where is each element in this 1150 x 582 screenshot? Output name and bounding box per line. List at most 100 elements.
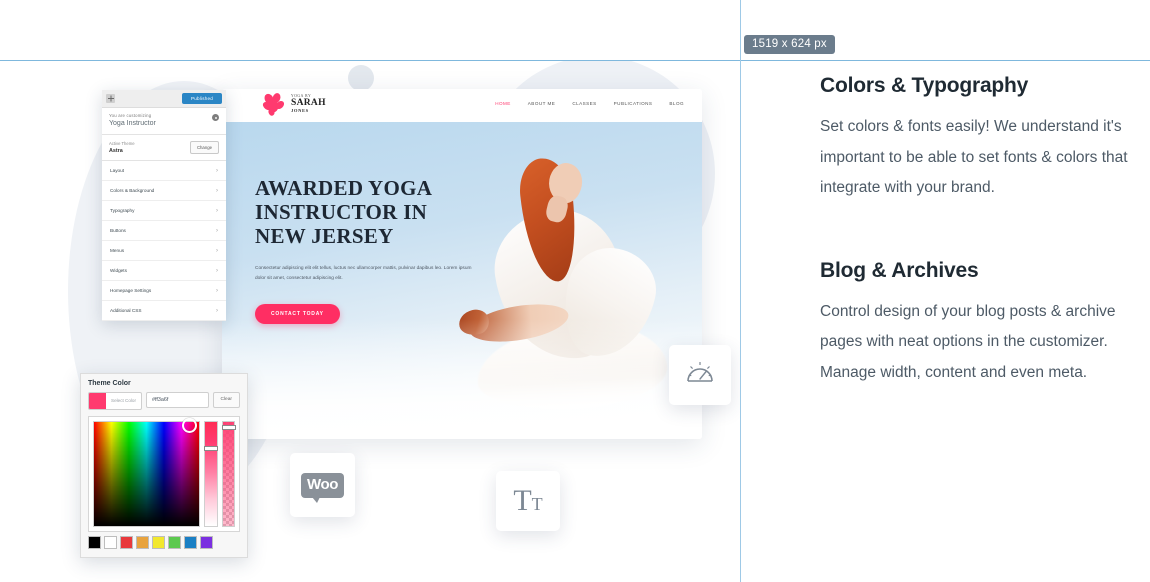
select-color-button[interactable]: Select Color	[88, 392, 143, 410]
vertical-guide-line	[740, 0, 741, 582]
preset-swatch[interactable]	[168, 536, 181, 549]
feature-text-column: Colors & Typography Set colors & fonts e…	[820, 74, 1140, 388]
close-icon[interactable]	[106, 94, 115, 103]
woocommerce-feature-card[interactable]: Woo	[290, 453, 355, 517]
hero-fade-overlay	[222, 319, 702, 439]
chevron-right-icon: ›	[216, 207, 218, 214]
hero-body-text: Consectetur adipiscing elit elit tellus,…	[255, 266, 472, 281]
screenshot-root: YOGA BY SARAH JONES HOME ABOUT ME CLASSE…	[0, 0, 1150, 582]
customizing-site-title: Yoga Instructor	[109, 120, 156, 127]
feature-body: Control design of your blog posts & arch…	[820, 302, 1116, 381]
chevron-right-icon: ›	[216, 287, 218, 294]
color-picker-controls: Select Color #ff3a6f Clear	[88, 392, 240, 410]
preset-swatch[interactable]	[184, 536, 197, 549]
speedometer-icon	[685, 360, 715, 391]
customizer-item-widgets[interactable]: Widgets ›	[102, 261, 226, 281]
active-theme-row: Active Theme Astra Change	[102, 135, 226, 161]
typography-icon: TT	[513, 484, 543, 517]
feature-block-blog-archives: Blog & Archives Control design of your b…	[820, 259, 1140, 389]
chevron-right-icon: ›	[216, 247, 218, 254]
alpha-slider-handle[interactable]	[221, 425, 236, 430]
saturation-handle[interactable]	[182, 418, 198, 433]
size-badge: 1519 x 624 px	[744, 35, 835, 54]
hero-title: AWARDED YOGA INSTRUCTOR IN NEW JERSEY	[255, 176, 432, 248]
nav-item-blog[interactable]: BLOG	[669, 101, 684, 106]
customizer-item-additional-css[interactable]: Additional CSS ›	[102, 301, 226, 321]
hue-slider-handle[interactable]	[204, 446, 219, 451]
hero-title-line-3: NEW JERSEY	[255, 224, 394, 248]
customizer-item-colors-background[interactable]: Colors & Background ›	[102, 181, 226, 201]
customizing-label: You are customizing	[109, 113, 152, 118]
menu-item-label: Additional CSS	[110, 308, 142, 313]
site-logo[interactable]: YOGA BY SARAH JONES	[262, 92, 326, 116]
chevron-right-icon: ›	[216, 227, 218, 234]
hero-title-line-1: AWARDED YOGA	[255, 176, 433, 200]
customizer-item-homepage-settings[interactable]: Homepage Settings ›	[102, 281, 226, 301]
hero-section: AWARDED YOGA INSTRUCTOR IN NEW JERSEY Co…	[222, 122, 702, 439]
preset-swatch[interactable]	[104, 536, 117, 549]
menu-item-label: Colors & Background	[110, 188, 155, 193]
decorative-circle-small-top	[348, 65, 374, 91]
preset-swatch[interactable]	[120, 536, 133, 549]
feature-block-colors-typography: Colors & Typography Set colors & fonts e…	[820, 74, 1140, 204]
site-nav: HOME ABOUT ME CLASSES PUBLICATIONS BLOG	[495, 101, 684, 106]
menu-item-label: Homepage Settings	[110, 288, 152, 293]
typography-feature-card[interactable]: TT	[496, 471, 560, 531]
nav-item-classes[interactable]: CLASSES	[572, 101, 596, 106]
menu-item-label: Buttons	[110, 228, 126, 233]
contact-today-button[interactable]: CONTACT TODAY	[255, 304, 340, 324]
nav-item-publications[interactable]: PUBLICATIONS	[614, 101, 653, 106]
menu-item-label: Widgets	[110, 268, 127, 273]
select-color-label: Select Color	[111, 398, 137, 403]
customizer-menu-list: Layout › Colors & Background › Typograph…	[102, 161, 226, 321]
feature-body: Set colors & fonts easily! We understand…	[820, 118, 1128, 196]
logo-name-text: SARAH	[291, 97, 326, 108]
change-theme-button[interactable]: Change	[189, 141, 219, 154]
preset-swatch[interactable]	[152, 536, 165, 549]
customizer-topbar: Published	[102, 90, 226, 108]
nav-item-about-me[interactable]: ABOUT ME	[528, 101, 556, 106]
menu-item-label: Typography	[110, 208, 135, 213]
flower-logo-icon	[262, 92, 288, 116]
logo-sub-text: JONES	[291, 107, 309, 113]
feature-title: Blog & Archives	[820, 258, 979, 282]
customizer-item-buttons[interactable]: Buttons ›	[102, 221, 226, 241]
chevron-right-icon: ›	[216, 267, 218, 274]
illustration-panel: YOGA BY SARAH JONES HOME ABOUT ME CLASSE…	[0, 61, 740, 582]
color-picker-title: Theme Color	[88, 380, 131, 387]
nav-item-home[interactable]: HOME	[495, 101, 511, 106]
hue-slider[interactable]	[204, 421, 219, 527]
customizer-item-layout[interactable]: Layout ›	[102, 161, 226, 181]
website-preview-mockup: YOGA BY SARAH JONES HOME ABOUT ME CLASSE…	[222, 89, 702, 439]
customizer-item-typography[interactable]: Typography ›	[102, 201, 226, 221]
saturation-value-field[interactable]	[93, 418, 201, 527]
customizer-item-menus[interactable]: Menus ›	[102, 241, 226, 261]
performance-feature-card[interactable]	[669, 345, 731, 405]
active-theme-label: Active Theme	[109, 141, 135, 147]
wordpress-customizer-panel: Published You are customizing Yoga Instr…	[102, 90, 226, 321]
customizing-header: You are customizing Yoga Instructor	[102, 108, 226, 135]
alpha-slider[interactable]	[221, 421, 236, 527]
color-picker-body	[88, 416, 240, 532]
preset-swatch[interactable]	[136, 536, 149, 549]
site-header: YOGA BY SARAH JONES HOME ABOUT ME CLASSE…	[222, 89, 702, 122]
hex-input[interactable]: #ff3a6f	[146, 392, 209, 408]
woocommerce-icon: Woo	[300, 472, 344, 503]
menu-item-label: Layout	[110, 168, 125, 173]
preset-swatch-row	[88, 536, 240, 549]
clear-color-button[interactable]: Clear	[212, 392, 240, 408]
chevron-right-icon: ›	[216, 187, 218, 194]
gear-icon[interactable]	[212, 114, 219, 121]
preset-swatch[interactable]	[88, 536, 101, 549]
menu-item-label: Menus	[110, 248, 125, 253]
theme-color-picker-popup: Theme Color Select Color #ff3a6f Clear	[80, 373, 248, 558]
hero-title-line-2: INSTRUCTOR IN	[255, 200, 428, 224]
publish-button[interactable]: Published	[182, 93, 222, 104]
preset-swatch[interactable]	[200, 536, 213, 549]
horizontal-guide-line	[0, 60, 1150, 61]
chevron-right-icon: ›	[216, 307, 218, 314]
chevron-right-icon: ›	[216, 167, 218, 174]
current-color-swatch	[89, 393, 106, 409]
feature-title: Colors & Typography	[820, 74, 1029, 97]
logo-wordmark: YOGA BY SARAH JONES	[291, 94, 326, 114]
